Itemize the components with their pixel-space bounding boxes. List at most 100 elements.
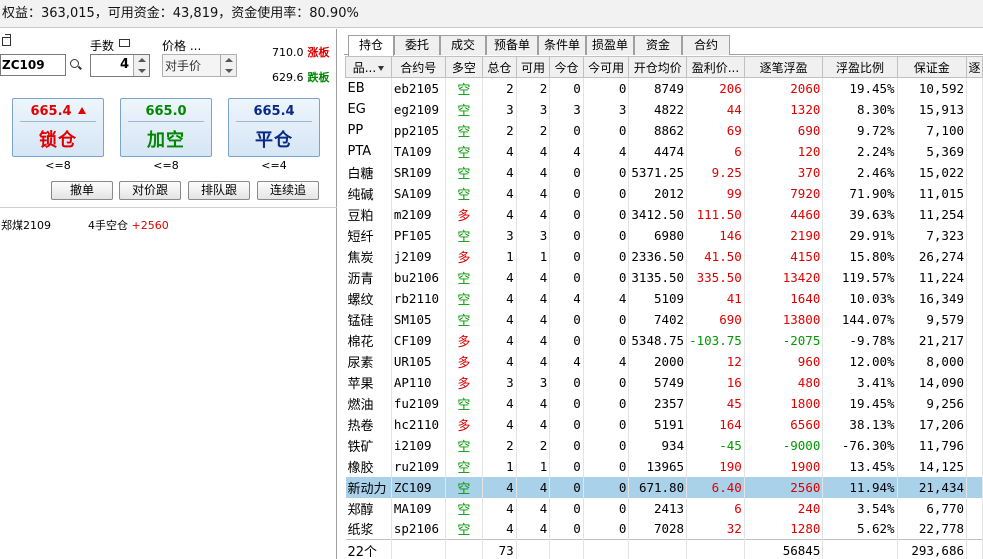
qty-stepper[interactable]: 4: [90, 54, 150, 77]
price-spinner[interactable]: [220, 55, 236, 76]
col-contract[interactable]: 合约号: [390, 56, 446, 78]
table-row[interactable]: EG eg2109 空 3 3 3 3 4822 44 1320 8.30% 15,913: [345, 98, 983, 120]
table-row[interactable]: 焦炭 j2109 多 1 1 0 0 2336.50 41.50 4150 15.80% 26,274: [345, 245, 983, 267]
cell-today-available: 0: [583, 434, 630, 456]
cell-float-pnl: 1640: [744, 287, 824, 309]
tab-funds[interactable]: 资金: [634, 35, 682, 55]
table-row[interactable]: 热卷 hc2110 多 4 4 0 0 5191 164 6560 38.13% 17,206: [345, 413, 983, 435]
close-position-button[interactable]: 665.4 平仓: [228, 98, 320, 157]
cell-total: 4: [482, 329, 517, 351]
cell-direction: 空: [445, 434, 484, 456]
contract-code-input[interactable]: ZC109: [0, 54, 66, 76]
positions-table: 品... 合约号 多空 总仓 可用 今仓 今可用 开仓均价 盈利价... 逐笔浮…: [345, 56, 983, 559]
table-row[interactable]: 螺纹 rb2110 空 4 4 4 4 5109 41 1640 10.03% 16,349: [345, 287, 983, 309]
col-product[interactable]: 品...: [345, 56, 392, 78]
table-row[interactable]: EB eb2105 空 2 2 0 0 8749 206 2060 19.45% 10,592: [345, 77, 983, 99]
table-row[interactable]: 燃油 fu2109 空 4 4 0 0 2357 45 1800 19.45% 9,256: [345, 392, 983, 414]
qty-spinner[interactable]: [133, 55, 149, 76]
cell-direction: 空: [445, 266, 484, 288]
cell-direction: 空: [445, 455, 484, 477]
follow-opposite-button[interactable]: 对价跟: [119, 181, 181, 200]
tab-bar: 持仓 委托 成交 预备单 条件单 损盈单 资金 合约: [344, 35, 983, 56]
total-count: 22个: [345, 539, 392, 559]
cell-today-available: 0: [583, 455, 630, 477]
table-row[interactable]: 棉花 CF109 多 4 4 0 0 5348.75 -103.75 -2075 -9.78% 21,…: [345, 329, 983, 351]
cell-product: PP: [345, 119, 392, 141]
table-row[interactable]: 沥青 bu2106 空 4 4 0 0 3135.50 335.50 13420 119.57% 11…: [345, 266, 983, 288]
add-short-button[interactable]: 665.0 加空: [120, 98, 212, 157]
tab-positions[interactable]: 持仓: [348, 35, 394, 56]
col-total[interactable]: 总仓: [482, 56, 517, 78]
cell-direction: 多: [445, 329, 484, 351]
cell-total: 4: [482, 350, 517, 372]
col-margin[interactable]: 保证金: [896, 56, 968, 78]
lock-position-button[interactable]: 665.4 锁仓: [12, 98, 104, 157]
table-row[interactable]: 铁矿 i2109 空 2 2 0 0 934 -45 -9000 -76.30% 11,796: [345, 434, 983, 456]
table-row[interactable]: 郑醇 MA109 空 4 4 0 0 2413 6 240 3.54% 6,770: [345, 497, 983, 519]
cell-today-available: 4: [583, 350, 630, 372]
col-direction[interactable]: 多空: [444, 56, 484, 78]
col-available[interactable]: 可用: [515, 56, 551, 78]
price-mode-value: 对手价: [165, 59, 202, 73]
cell-profit-price: -103.75: [686, 329, 745, 351]
tab-conditional[interactable]: 条件单: [538, 35, 586, 55]
cell-available: 4: [516, 392, 551, 414]
cell-margin: 14,125: [897, 455, 968, 477]
cell-contract: CF109: [391, 329, 446, 351]
cell-pad: [966, 119, 983, 141]
tab-trades[interactable]: 成交: [440, 35, 486, 55]
cell-total: 4: [482, 308, 517, 330]
price-mode-select[interactable]: 对手价: [162, 54, 237, 77]
follow-queue-button[interactable]: 排队跟: [188, 181, 250, 200]
cell-today: 0: [549, 245, 584, 267]
cell-margin: 7,323: [897, 224, 968, 246]
table-row[interactable]: 锰硅 SM105 空 4 4 0 0 7402 690 13800 144.07% 9,579: [345, 308, 983, 330]
table-row[interactable]: 白糖 SR109 空 4 4 0 0 5371.25 9.25 370 2.46% 15,022: [345, 161, 983, 183]
table-row[interactable]: 尿素 UR105 多 4 4 4 4 2000 12 960 12.00% 8,000: [345, 350, 983, 372]
cell-pad: [966, 266, 983, 288]
table-row[interactable]: PTA TA109 空 4 4 4 4 4474 6 120 2.24% 5,369: [345, 140, 983, 162]
col-float-pnl[interactable]: 逐笔浮盈: [743, 56, 824, 78]
popout-icon[interactable]: [2, 34, 11, 46]
table-row[interactable]: 橡胶 ru2109 空 1 1 0 0 13965 190 1900 13.45% 14,125: [345, 455, 983, 477]
cell-today: 0: [549, 266, 584, 288]
limit-up: 710.0 涨板: [272, 46, 330, 59]
cell-product: 尿素: [345, 350, 392, 372]
col-pnl-ratio[interactable]: 浮盈比例: [822, 56, 898, 78]
continuous-chase-button[interactable]: 连续追: [257, 181, 319, 200]
tab-prepared[interactable]: 预备单: [486, 35, 538, 55]
table-row[interactable]: PP pp2105 空 2 2 0 0 8862 69 690 9.72% 7,100: [345, 119, 983, 141]
col-today[interactable]: 今仓: [549, 56, 584, 78]
table-row[interactable]: 新动力 ZC109 空 4 4 0 0 671.80 6.40 2560 11.94% 21,434: [345, 476, 983, 498]
cell-today: 0: [549, 329, 584, 351]
cell-pnl-ratio: 38.13%: [822, 413, 898, 435]
cell-pad: [966, 518, 983, 540]
cell-available: 2: [516, 434, 551, 456]
tab-orders[interactable]: 委托: [394, 35, 440, 55]
cell-contract: sp2106: [391, 518, 446, 540]
col-more[interactable]: 逐: [966, 56, 983, 78]
price-label[interactable]: 价格 ...: [162, 37, 201, 54]
table-row[interactable]: 短纤 PF105 空 3 3 0 0 6980 146 2190 29.91% 7,323: [345, 224, 983, 246]
tab-stoploss[interactable]: 损盈单: [586, 35, 634, 55]
tab-contracts[interactable]: 合约: [682, 35, 730, 55]
table-row[interactable]: 豆粕 m2109 多 4 4 0 0 3412.50 111.50 4460 39.63% 11,25…: [345, 203, 983, 225]
cell-direction: 空: [445, 497, 484, 519]
cancel-order-button[interactable]: 撤单: [51, 181, 113, 200]
cell-available: 2: [516, 77, 551, 99]
search-icon[interactable]: [70, 59, 79, 68]
keyboard-icon[interactable]: [119, 39, 130, 47]
col-today-available[interactable]: 今可用: [582, 56, 630, 78]
cell-float-pnl: 2060: [744, 77, 824, 99]
table-row[interactable]: 苹果 AP110 多 3 3 0 0 5749 16 480 3.41% 14,090: [345, 371, 983, 393]
col-profit-price[interactable]: 盈利价...: [686, 56, 745, 78]
table-row[interactable]: 纸浆 sp2106 空 4 4 0 0 7028 32 1280 5.62% 22,778: [345, 518, 983, 540]
cell-direction: 空: [445, 161, 484, 183]
table-row[interactable]: 纯碱 SA109 空 4 4 0 0 2012 99 7920 71.90% 11,015: [345, 182, 983, 204]
total-positions: 73: [482, 539, 517, 559]
cell-pad: [966, 140, 983, 162]
cell-today-available: 0: [583, 413, 630, 435]
col-avg-price[interactable]: 开仓均价: [628, 56, 688, 78]
qty-label: 手数: [90, 39, 115, 53]
cell-pnl-ratio: 5.62%: [822, 518, 898, 540]
